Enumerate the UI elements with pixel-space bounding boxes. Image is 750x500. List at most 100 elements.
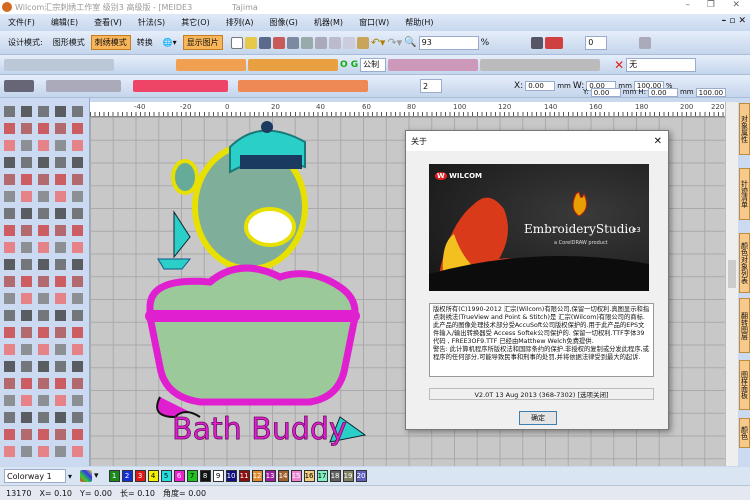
design-icons[interactable] xyxy=(4,80,34,92)
toolbox-tool-icon[interactable] xyxy=(72,140,83,151)
menu-view[interactable]: 查看(V) xyxy=(94,17,122,28)
toolbox-tool-icon[interactable] xyxy=(72,174,83,185)
fill-type-icons[interactable] xyxy=(176,58,246,71)
zoom-input[interactable]: 93 xyxy=(418,35,479,50)
toolbox-tool-icon[interactable] xyxy=(55,344,66,355)
toolbox-tool-icon[interactable] xyxy=(21,259,32,270)
toolbox-tool-icon[interactable] xyxy=(72,412,83,423)
toolbox-tool-icon[interactable] xyxy=(55,191,66,202)
tab-pattern-panel[interactable]: 图样面板 xyxy=(739,360,750,410)
toolbox-tool-icon[interactable] xyxy=(4,242,15,253)
print-preview-icon[interactable] xyxy=(314,36,327,49)
spin-input[interactable]: 0 xyxy=(585,35,608,50)
new-file-icon[interactable] xyxy=(230,36,243,49)
toolbox-tool-icon[interactable] xyxy=(21,395,32,406)
object-tools-icons[interactable] xyxy=(388,58,479,71)
menu-image[interactable]: 图像(G) xyxy=(269,17,297,28)
toolbox-tool-icon[interactable] xyxy=(21,310,32,321)
tab-layers[interactable]: 翻转图层 xyxy=(739,298,750,353)
tab-object-properties[interactable]: 对象属性 xyxy=(739,103,750,155)
toolbox-tool-icon[interactable] xyxy=(55,361,66,372)
tab-stitch-list[interactable]: 针迹清单 xyxy=(739,168,750,220)
toolbox-tool-icon[interactable] xyxy=(21,157,32,168)
none-color-icon[interactable]: ✕ xyxy=(614,58,624,72)
toolbox-tool-icon[interactable] xyxy=(4,259,15,270)
toolbox-tool-icon[interactable] xyxy=(72,259,83,270)
embroidery-mode-button[interactable]: 刺绣模式 xyxy=(90,35,131,50)
toolbox-tool-icon[interactable] xyxy=(38,361,49,372)
toolbox-tool-icon[interactable] xyxy=(55,310,66,321)
menu-machine[interactable]: 机器(M) xyxy=(314,17,343,28)
toolbox-tool-icon[interactable] xyxy=(21,276,32,287)
toolbox-tool-icon[interactable] xyxy=(38,276,49,287)
toolbox-tool-icon[interactable] xyxy=(4,225,15,236)
toolbox-tool-icon[interactable] xyxy=(72,395,83,406)
toolbox-tool-icon[interactable] xyxy=(72,344,83,355)
export-icon[interactable] xyxy=(272,36,285,49)
toolbox-tool-icon[interactable] xyxy=(21,327,32,338)
x-input[interactable]: 0.00 xyxy=(525,81,556,91)
dialog-close-button[interactable]: ✕ xyxy=(654,136,662,147)
h-percent-input[interactable]: 100.00 xyxy=(695,88,726,97)
toolbox-tool-icon[interactable] xyxy=(38,310,49,321)
toolbox-tool-icon[interactable] xyxy=(38,446,49,457)
toolbox-tool-icon[interactable] xyxy=(38,242,49,253)
import-icon[interactable] xyxy=(286,36,299,49)
copy-icon[interactable] xyxy=(342,36,355,49)
color-swatch[interactable]: 20 xyxy=(355,470,367,482)
menu-edit[interactable]: 编辑(E) xyxy=(51,17,78,28)
toolbox-tool-icon[interactable] xyxy=(55,242,66,253)
toolbox-tool-icon[interactable] xyxy=(21,344,32,355)
undo-icon[interactable]: ↶▾ xyxy=(371,36,386,49)
color-swatch[interactable]: 9 xyxy=(212,470,224,482)
toolbox-tool-icon[interactable] xyxy=(55,327,66,338)
toolbox-tool-icon[interactable] xyxy=(4,395,15,406)
show-picture-button[interactable]: 显示图片 xyxy=(182,35,223,50)
toolbox-tool-icon[interactable] xyxy=(38,225,49,236)
toolbox-tool-icon[interactable] xyxy=(21,123,32,134)
toolbox-tool-icon[interactable] xyxy=(4,123,15,134)
toolbox-tool-icon[interactable] xyxy=(72,361,83,372)
toolbox-tool-icon[interactable] xyxy=(55,157,66,168)
toolbox-tool-icon[interactable] xyxy=(38,106,49,117)
toolbox-tool-icon[interactable] xyxy=(38,140,49,151)
toolbox-tool-icon[interactable] xyxy=(4,378,15,389)
convert-button[interactable]: 转换 xyxy=(133,35,157,50)
color-swatch[interactable]: 16 xyxy=(303,470,315,482)
y-input[interactable]: 0.00 xyxy=(590,88,621,97)
toolbox-tool-icon[interactable] xyxy=(55,378,66,389)
color-swatch[interactable]: 19 xyxy=(342,470,354,482)
redo-icon[interactable]: ↷▾ xyxy=(387,36,402,49)
color-swatch[interactable]: 13 xyxy=(264,470,276,482)
toolbox-tool-icon[interactable] xyxy=(55,429,66,440)
toolbox-tool-icon[interactable] xyxy=(72,276,83,287)
toolbox-tool-icon[interactable] xyxy=(21,361,32,372)
color-swatch[interactable]: 10 xyxy=(225,470,237,482)
toolbox-tool-icon[interactable] xyxy=(21,412,32,423)
toolbox-tool-icon[interactable] xyxy=(21,293,32,304)
toolbox-tool-icon[interactable] xyxy=(38,174,49,185)
color-swatch[interactable]: 15 xyxy=(290,470,302,482)
toolbox-tool-icon[interactable] xyxy=(21,429,32,440)
travel-icon[interactable] xyxy=(639,36,652,49)
toolbox-tool-icon[interactable] xyxy=(72,446,83,457)
toolbox-icons[interactable] xyxy=(0,98,90,466)
toolbox-tool-icon[interactable] xyxy=(72,378,83,389)
colorway-dropdown[interactable]: ▾ xyxy=(68,472,72,481)
toolbox-tool-icon[interactable] xyxy=(4,191,15,202)
toolbox-tool-icon[interactable] xyxy=(38,327,49,338)
color-swatch[interactable]: 7 xyxy=(186,470,198,482)
toolbox-tool-icon[interactable] xyxy=(38,293,49,304)
colorway-select[interactable]: Colorway 1 xyxy=(4,469,66,483)
toolbox-tool-icon[interactable] xyxy=(55,174,66,185)
paste-icon[interactable] xyxy=(356,36,369,49)
h-input[interactable]: 0.00 xyxy=(647,88,678,97)
toolbox-tool-icon[interactable] xyxy=(4,293,15,304)
palette-icon[interactable] xyxy=(80,470,93,482)
toolbox-tool-icon[interactable] xyxy=(38,344,49,355)
toolbox-tool-icon[interactable] xyxy=(72,293,83,304)
toolbox-tool-icon[interactable] xyxy=(55,140,66,151)
toolbox-tool-icon[interactable] xyxy=(4,446,15,457)
toolbox-tool-icon[interactable] xyxy=(4,157,15,168)
toolbox-tool-icon[interactable] xyxy=(21,378,32,389)
